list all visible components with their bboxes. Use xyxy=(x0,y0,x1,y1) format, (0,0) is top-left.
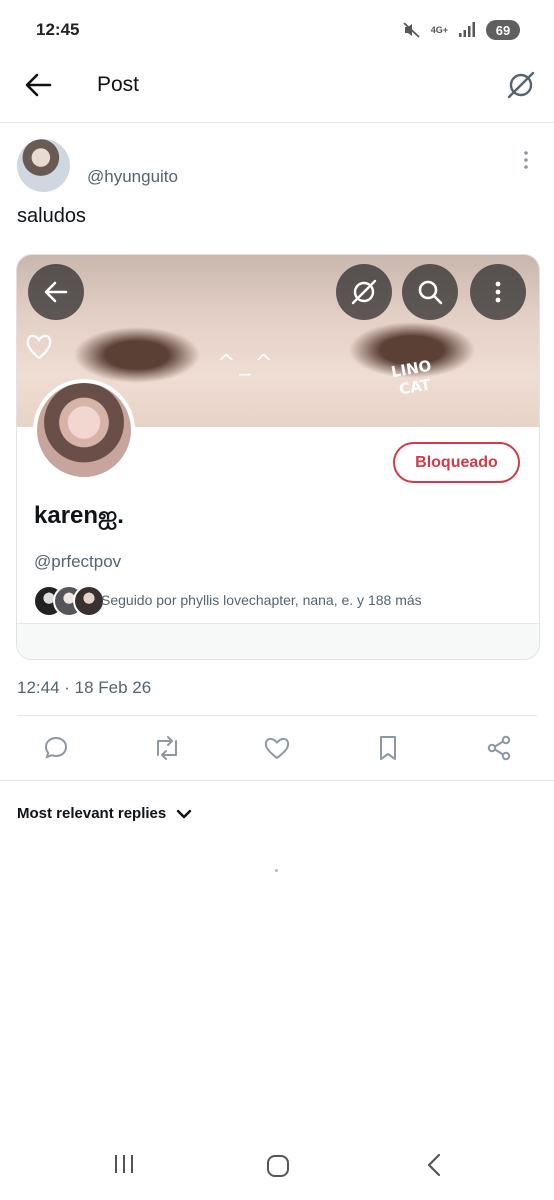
bookmark-icon xyxy=(380,736,396,760)
like-button[interactable] xyxy=(262,733,292,763)
followers-avatars xyxy=(33,585,105,617)
search-icon xyxy=(418,280,443,305)
replies-filter-label: Most relevant replies xyxy=(17,805,167,822)
banner-caption-line2: CAT xyxy=(397,375,433,399)
author-avatar[interactable] xyxy=(17,139,70,192)
heart-doodle-icon xyxy=(26,334,52,360)
replies-filter[interactable]: Most relevant replies xyxy=(17,805,192,822)
banner-more-button xyxy=(470,264,526,320)
status-time: 12:45 xyxy=(36,20,80,39)
reply-icon xyxy=(44,736,68,759)
followed-by-text: Seguido por phyllis lovechapter, nana, e… xyxy=(101,592,422,608)
back-nav-icon[interactable] xyxy=(424,1152,444,1178)
repost-icon xyxy=(157,736,177,760)
banner-grok-button xyxy=(336,264,392,320)
signal-icon xyxy=(459,22,475,37)
actions-divider xyxy=(0,780,554,781)
post-timestamp: 12:44 · 18 Feb 26 xyxy=(17,678,152,697)
loading-indicator xyxy=(275,869,278,872)
grok-icon xyxy=(351,279,377,305)
recent-apps-icon[interactable] xyxy=(112,1152,136,1176)
like-icon xyxy=(264,737,290,760)
author-handle[interactable]: @hyunguito xyxy=(87,167,178,187)
bookmark-button[interactable] xyxy=(373,733,403,763)
header-divider xyxy=(0,122,554,123)
card-footer xyxy=(17,623,539,659)
blocked-button: Bloqueado xyxy=(393,442,520,483)
banner-search-button xyxy=(402,264,458,320)
mute-icon xyxy=(403,22,420,38)
profile-avatar xyxy=(33,379,135,481)
back-arrow-icon xyxy=(44,281,68,303)
profile-name: karenஐ. xyxy=(34,502,124,529)
back-arrow-icon[interactable] xyxy=(24,72,52,98)
banner-back-button xyxy=(28,264,84,320)
home-icon[interactable] xyxy=(266,1154,290,1178)
timestamp-divider xyxy=(17,715,537,716)
post-text: saludos xyxy=(17,205,86,227)
battery-indicator: 69 xyxy=(486,20,520,40)
reply-button[interactable] xyxy=(41,733,71,763)
profile-handle: @prfectpov xyxy=(34,552,122,571)
chevron-down-icon xyxy=(177,809,192,818)
repost-button[interactable] xyxy=(152,733,182,763)
network-label: 4G+ xyxy=(430,24,448,35)
grok-icon[interactable] xyxy=(506,70,536,100)
banner-doodle-face: ^_^ xyxy=(217,351,277,376)
embedded-image-card[interactable]: ^_^ LINO CAT Bloqueado karenஐ. @prfectpo… xyxy=(16,254,540,660)
share-button[interactable] xyxy=(484,733,514,763)
share-icon xyxy=(487,735,511,761)
more-options-icon[interactable] xyxy=(522,150,530,172)
more-options-icon xyxy=(495,281,501,303)
status-icons: 4G+ 69 xyxy=(403,20,520,40)
page-title: Post xyxy=(97,73,140,96)
